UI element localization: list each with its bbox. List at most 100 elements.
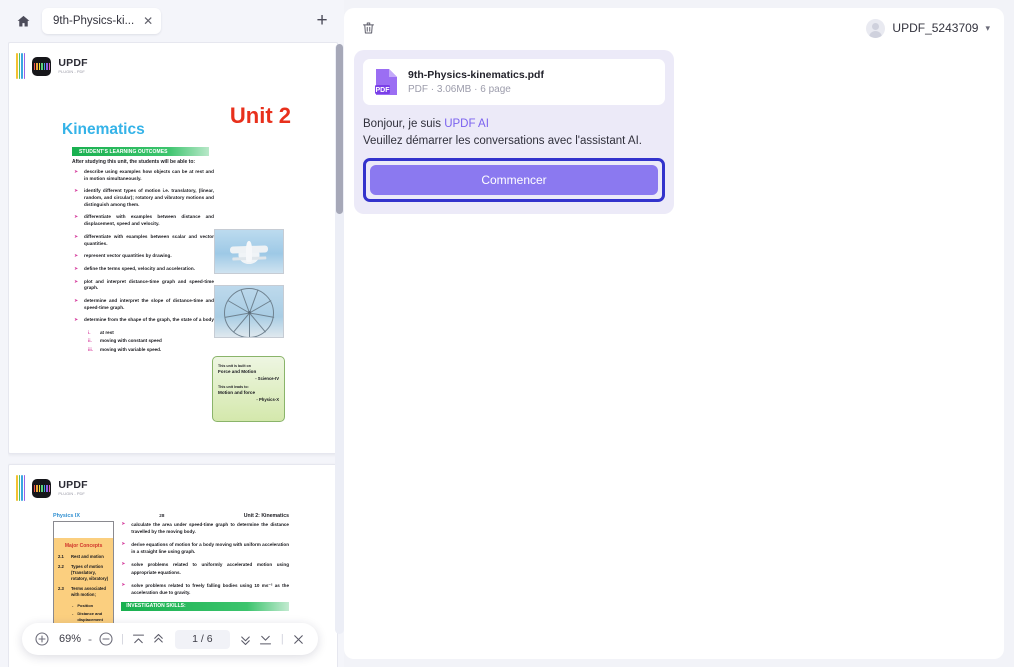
list-item: 2.3Terms associated with motion; xyxy=(58,586,109,598)
page1-outcome-list: ➤ describe using examples how objects can… xyxy=(74,169,214,355)
bullet-arrow-icon: ➤ xyxy=(74,253,79,260)
list-item-text: identify different types of motion i.e. … xyxy=(84,188,214,209)
rainbow-bars-icon xyxy=(16,475,25,501)
last-page-icon[interactable] xyxy=(256,629,276,649)
concept-text: Terms associated with motion; xyxy=(71,586,109,598)
list-item: ➤ calculate the area under speed-time gra… xyxy=(121,521,289,535)
updf-logo-icon xyxy=(32,479,51,498)
list-item: ➤determine and interpret the slope of di… xyxy=(74,298,214,312)
greeting-line-1: Bonjour, je suis UPDF AI xyxy=(363,116,665,133)
page2-running-head: Physics IX 28 Unit 2: Kinematics xyxy=(53,513,289,519)
bullet-arrow-icon: ➤ xyxy=(74,234,79,248)
zoom-level-label[interactable]: 69% xyxy=(57,633,83,645)
avatar xyxy=(866,19,885,38)
account-name: UPDF_5243709 xyxy=(892,21,978,35)
page1-outcomes-header: STUDENT'S LEARNING OUTCOMES xyxy=(72,149,168,155)
document-scroll-area[interactable]: UPDF PLUGIN - PDF Unit 2 Kinematics STUD… xyxy=(8,42,338,667)
greeting-prefix: Bonjour, je suis xyxy=(363,118,444,130)
close-icon[interactable]: ✕ xyxy=(142,15,154,27)
file-info: 9th-Physics-kinematics.pdf PDF · 3.06MB … xyxy=(408,69,544,96)
watermark-tagline: PLUGIN - PDF xyxy=(58,492,87,496)
page1-unit-title: Unit 2 xyxy=(230,103,291,129)
close-toolbar-icon[interactable] xyxy=(289,629,309,649)
zoom-out-icon[interactable] xyxy=(96,629,116,649)
plus-icon[interactable]: + xyxy=(310,9,334,33)
pdf-file-icon: PDF xyxy=(375,68,398,96)
page1-intro-text: After studying this unit, the students w… xyxy=(72,159,195,165)
sublist-text: moving with constant speed xyxy=(100,338,162,343)
list-item-text: derive equations of motion for a body mo… xyxy=(131,541,289,555)
ai-greeting: Bonjour, je suis UPDF AI Veuillez démarr… xyxy=(363,116,665,149)
bullet-arrow-icon: ➤ xyxy=(74,279,79,293)
dash-icon: - xyxy=(72,603,73,609)
home-icon[interactable] xyxy=(12,10,34,32)
app-root: 9th-Physics-ki... ✕ + xyxy=(0,0,1014,667)
bullet-arrow-icon: ➤ xyxy=(121,521,126,535)
side-note-line-4: This unit leads to: xyxy=(218,385,279,389)
updf-watermark-text: UPDF PLUGIN - PDF xyxy=(58,480,87,496)
page2-header-left: Physics IX xyxy=(53,513,80,519)
zoom-decrease-dash[interactable]: - xyxy=(88,632,92,646)
list-item-text: determine and interpret the slope of dis… xyxy=(84,298,214,312)
list-item: ➤ determine from the shape of the graph, … xyxy=(74,317,214,324)
bullet-arrow-icon: ➤ xyxy=(74,188,79,209)
file-name: 9th-Physics-kinematics.pdf xyxy=(408,69,544,83)
dash-icon: - xyxy=(72,611,73,622)
updf-watermark-text: UPDF PLUGIN - PDF xyxy=(58,58,87,74)
sublist-text: Distance and displacement xyxy=(77,611,109,622)
start-button[interactable]: Commencer xyxy=(370,165,658,195)
trash-icon[interactable] xyxy=(356,16,380,40)
page2-header-right: Unit 2: Kinematics xyxy=(244,513,289,519)
list-item: i.at rest xyxy=(88,330,214,335)
pdf-page-1[interactable]: UPDF PLUGIN - PDF Unit 2 Kinematics STUD… xyxy=(8,42,338,454)
list-item: ➤represent vector quantities by drawing. xyxy=(74,253,214,260)
ai-welcome-bubble: PDF 9th-Physics-kinematics.pdf PDF · 3.0… xyxy=(354,50,674,214)
sublist-marker: i. xyxy=(88,330,95,335)
updf-ai-brand: UPDF AI xyxy=(444,118,489,130)
list-item-text: define the terms speed, velocity and acc… xyxy=(84,266,195,273)
chevron-down-icon[interactable]: ▾ xyxy=(985,23,990,34)
list-item-text: plot and interpret distance-time graph a… xyxy=(84,279,214,293)
page1-sublist: i.at rest ii.moving with constant speed … xyxy=(88,330,214,352)
tab-label: 9th-Physics-ki... xyxy=(53,15,134,27)
sublist-marker: ii. xyxy=(88,338,95,343)
list-item-text: describe using examples how objects can … xyxy=(84,169,214,183)
bullet-arrow-icon: ➤ xyxy=(74,317,79,324)
list-item: -Distance and displacement xyxy=(72,611,109,622)
side-note-line-2: Force and Motion xyxy=(218,369,279,374)
svg-text:PDF: PDF xyxy=(376,87,391,94)
list-item: iii.moving with variable speed. xyxy=(88,347,214,352)
sublist-text: moving with variable speed. xyxy=(100,347,161,352)
concept-number: 2.1 xyxy=(58,554,67,560)
list-item-text: solve problems related to freely falling… xyxy=(131,582,289,596)
list-item: ➤solve problems related to freely fallin… xyxy=(121,582,289,596)
zoom-in-icon[interactable] xyxy=(32,629,52,649)
list-item: ➤identify different types of motion i.e.… xyxy=(74,188,214,209)
list-item: 2.1Rest and motion xyxy=(58,554,109,560)
page1-chapter-title: Kinematics xyxy=(62,121,145,139)
list-item: -Position xyxy=(72,603,109,609)
pdf-viewer-pane: 9th-Physics-ki... ✕ + xyxy=(0,0,344,667)
list-item: ➤differentiate with examples between sca… xyxy=(74,234,214,248)
updf-watermark: UPDF PLUGIN - PDF xyxy=(16,53,88,79)
list-item-text: determine from the shape of the graph, t… xyxy=(84,317,214,324)
tab-9th-physics[interactable]: 9th-Physics-ki... ✕ xyxy=(42,8,161,34)
attached-file-card[interactable]: PDF 9th-Physics-kinematics.pdf PDF · 3.0… xyxy=(363,59,665,105)
list-item: ➤describe using examples how objects can… xyxy=(74,169,214,183)
next-page-icon[interactable] xyxy=(236,629,256,649)
rainbow-bars-icon xyxy=(16,53,25,79)
list-item: ➤derive equations of motion for a body m… xyxy=(121,541,289,555)
list-item: ➤differentiate with examples between dis… xyxy=(74,214,214,228)
major-concepts-title: Major Concepts xyxy=(58,543,109,549)
first-page-icon[interactable] xyxy=(129,629,149,649)
side-note-line-3: - Science-IV xyxy=(218,376,279,381)
ai-panel-header: UPDF_5243709 ▾ xyxy=(344,8,1004,48)
panel-spacer xyxy=(54,522,113,538)
vertical-scrollbar[interactable] xyxy=(335,44,344,634)
list-item-text: calculate the area under speed-time grap… xyxy=(131,521,289,535)
page-indicator[interactable]: 1 / 6 xyxy=(175,630,230,649)
scrollbar-thumb[interactable] xyxy=(336,44,343,214)
side-note-line-1: This unit is built on xyxy=(218,364,279,368)
account-menu[interactable]: UPDF_5243709 ▾ xyxy=(866,19,990,38)
previous-page-icon[interactable] xyxy=(149,629,169,649)
